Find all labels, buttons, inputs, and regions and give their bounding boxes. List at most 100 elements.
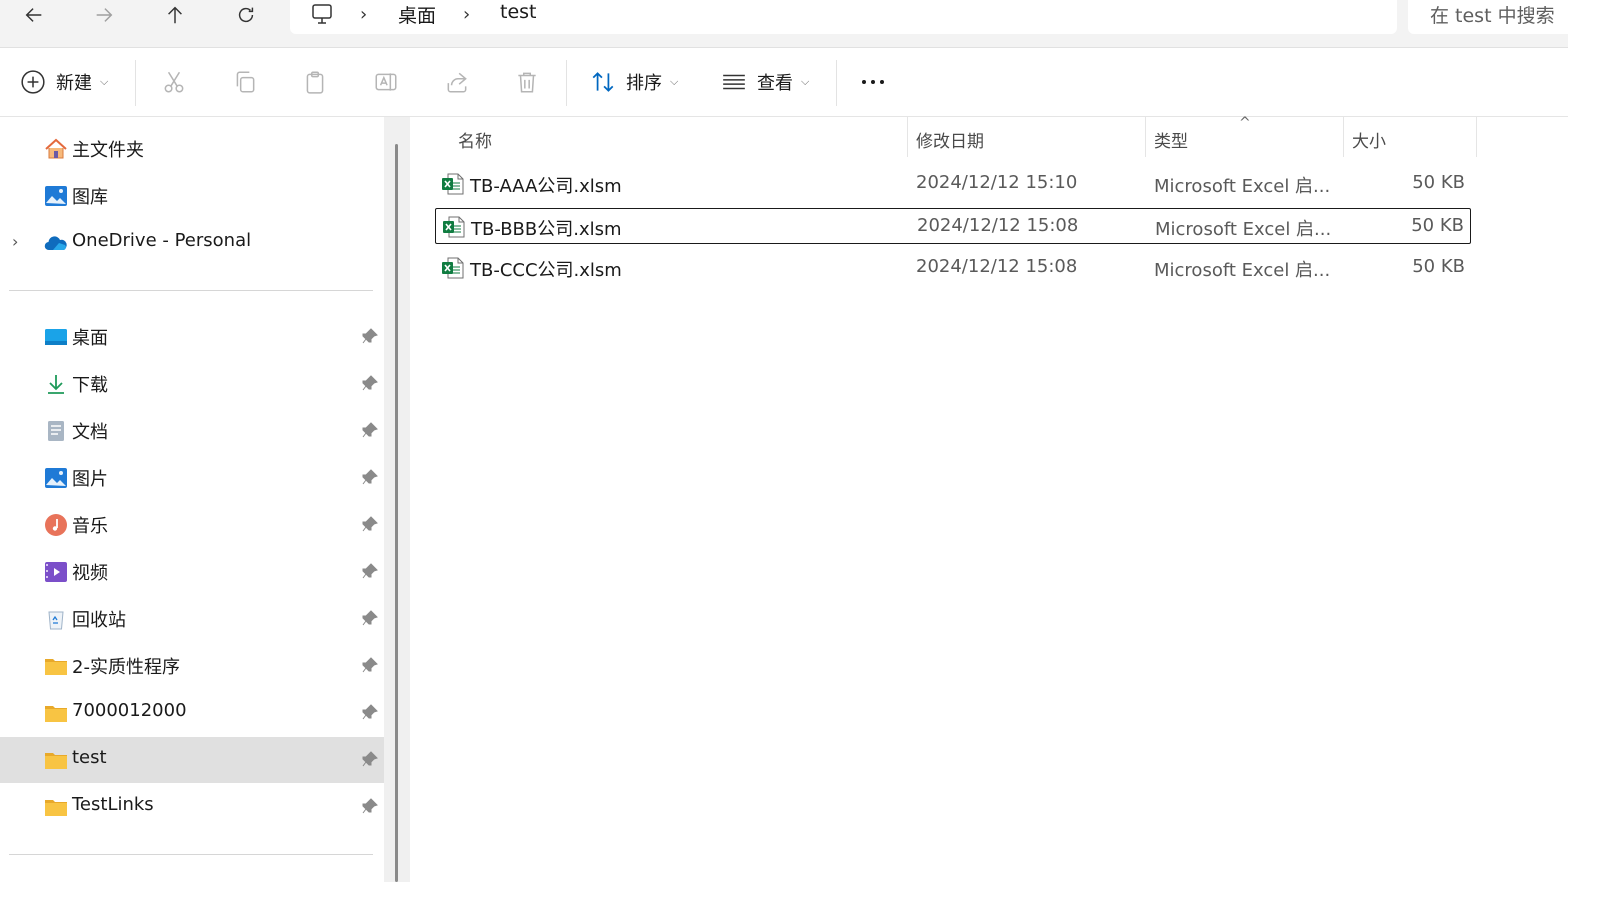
- sidebar-item-videos[interactable]: 视频: [0, 549, 384, 595]
- cut-button[interactable]: [161, 48, 187, 116]
- pin-icon[interactable]: [361, 515, 379, 533]
- refresh-button[interactable]: [226, 0, 266, 30]
- file-name: TB-BBB公司.xlsm: [471, 219, 622, 240]
- file-row[interactable]: TB-CCC公司.xlsm 2024/12/12 15:08 Microsoft…: [435, 250, 1471, 286]
- document-icon: [48, 421, 64, 441]
- file-row[interactable]: TB-AAA公司.xlsm 2024/12/12 15:10 Microsoft…: [435, 166, 1471, 202]
- this-pc-icon[interactable]: [310, 2, 334, 30]
- breadcrumb-desktop[interactable]: 桌面: [398, 1, 436, 28]
- sidebar-item-folder[interactable]: 2-实质性程序: [0, 643, 384, 689]
- folder-icon: [45, 706, 67, 722]
- column-divider[interactable]: [1476, 117, 1477, 157]
- desktop-icon: [45, 329, 67, 345]
- column-divider[interactable]: [1343, 117, 1344, 157]
- address-bar-area: › 桌面 › test 在 test 中搜索: [0, 0, 1568, 48]
- file-name: TB-CCC公司.xlsm: [470, 260, 622, 281]
- music-icon: [45, 514, 67, 536]
- more-options-button[interactable]: [860, 48, 886, 116]
- breadcrumb-test[interactable]: test: [500, 1, 537, 23]
- sort-label: 排序: [626, 73, 662, 94]
- rename-button[interactable]: [373, 48, 399, 116]
- toolbar-divider: [135, 60, 136, 106]
- sidebar-item-recycle-bin[interactable]: 回收站: [0, 596, 384, 642]
- sidebar-item-gallery[interactable]: 图库: [0, 173, 384, 219]
- column-divider[interactable]: [907, 117, 908, 157]
- pin-icon[interactable]: [361, 656, 379, 674]
- sidebar-item-label: TestLinks: [72, 794, 154, 815]
- back-button[interactable]: [14, 0, 54, 30]
- sidebar-item-documents[interactable]: 文档: [0, 408, 384, 454]
- sort-button[interactable]: 排序 ⌵: [590, 48, 678, 116]
- sidebar-item-downloads[interactable]: 下载: [0, 361, 384, 407]
- column-header-name[interactable]: 名称: [458, 127, 492, 152]
- pin-icon[interactable]: [361, 421, 379, 439]
- sidebar-divider: [9, 290, 373, 291]
- file-name: TB-AAA公司.xlsm: [470, 176, 622, 197]
- sidebar-item-folder[interactable]: 7000012000: [0, 690, 384, 736]
- up-button[interactable]: [155, 0, 195, 30]
- paste-button[interactable]: [302, 48, 328, 116]
- file-date: 2024/12/12 15:10: [916, 172, 1078, 193]
- column-header-date[interactable]: 修改日期: [916, 127, 984, 152]
- sidebar-item-onedrive[interactable]: › OneDrive - Personal: [0, 220, 384, 266]
- delete-button[interactable]: [514, 48, 540, 116]
- file-type: Microsoft Excel 启...: [1154, 176, 1331, 197]
- forward-button[interactable]: [84, 0, 124, 30]
- up-arrow-icon: [168, 6, 182, 24]
- sidebar-item-music[interactable]: 音乐: [0, 502, 384, 548]
- sidebar-item-label: 7000012000: [72, 700, 187, 721]
- chevron-down-icon: ⌵: [670, 75, 679, 88]
- sidebar-scrollbar-thumb[interactable]: [395, 144, 398, 882]
- navigation-pane: 主文件夹 图库 › OneDrive - Personal 桌面 下载 文档 图…: [0, 117, 384, 882]
- sidebar-item-home[interactable]: 主文件夹: [0, 126, 384, 172]
- file-row-selected[interactable]: TB-BBB公司.xlsm 2024/12/12 15:08 Microsoft…: [435, 208, 1471, 244]
- scissors-icon: [164, 71, 184, 93]
- sidebar-item-label: 图片: [72, 469, 108, 490]
- column-headers: 名称 修改日期 类型 大小: [411, 117, 1571, 157]
- sidebar-item-label: 主文件夹: [72, 140, 144, 161]
- share-button[interactable]: [444, 48, 470, 116]
- sidebar-item-label: 回收站: [72, 610, 126, 631]
- sidebar-item-desktop[interactable]: 桌面: [0, 314, 384, 360]
- sidebar-item-testlinks[interactable]: TestLinks: [0, 784, 384, 830]
- pin-icon[interactable]: [361, 797, 379, 815]
- new-button[interactable]: 新建 ⌵: [20, 48, 108, 116]
- file-type: Microsoft Excel 启...: [1154, 260, 1331, 281]
- address-box[interactable]: › 桌面 › test: [290, 0, 1397, 34]
- pin-icon[interactable]: [361, 327, 379, 345]
- folder-icon: [45, 753, 67, 769]
- pin-icon[interactable]: [361, 703, 379, 721]
- sidebar-item-test[interactable]: test: [0, 737, 384, 783]
- file-type: Microsoft Excel 启...: [1155, 219, 1332, 240]
- column-divider[interactable]: [1145, 117, 1146, 157]
- forward-arrow-icon: [96, 8, 113, 22]
- file-size: 50 KB: [1412, 172, 1465, 193]
- search-input[interactable]: 在 test 中搜索: [1408, 0, 1568, 34]
- copy-icon: [236, 71, 255, 93]
- toolbar-divider: [836, 60, 837, 106]
- breadcrumb-chevron-icon[interactable]: ›: [360, 4, 367, 25]
- pin-icon[interactable]: [361, 750, 379, 768]
- breadcrumb-chevron-icon[interactable]: ›: [463, 4, 470, 25]
- copy-button[interactable]: [232, 48, 258, 116]
- file-date: 2024/12/12 15:08: [917, 215, 1079, 236]
- excel-file-icon: [443, 216, 465, 238]
- sidebar-divider: [9, 854, 373, 855]
- folder-icon: [45, 659, 67, 675]
- sidebar-item-pictures[interactable]: 图片: [0, 455, 384, 501]
- refresh-icon: [238, 7, 254, 23]
- column-header-size[interactable]: 大小: [1352, 127, 1386, 152]
- pin-icon[interactable]: [361, 374, 379, 392]
- column-header-type[interactable]: 类型: [1154, 127, 1188, 152]
- command-bar: 新建 ⌵ 排序 ⌵ 查看 ⌵: [0, 48, 1568, 117]
- toolbar-divider: [566, 60, 567, 106]
- sidebar-item-label: 下载: [72, 375, 108, 396]
- pin-icon[interactable]: [361, 468, 379, 486]
- chevron-down-icon: ⌵: [100, 75, 109, 88]
- sidebar-item-label: 图库: [72, 187, 108, 208]
- pin-icon[interactable]: [361, 609, 379, 627]
- expand-chevron-icon[interactable]: ›: [12, 232, 18, 251]
- pin-icon[interactable]: [361, 562, 379, 580]
- view-button[interactable]: 查看 ⌵: [721, 48, 809, 116]
- sidebar-item-label: 2-实质性程序: [72, 657, 180, 678]
